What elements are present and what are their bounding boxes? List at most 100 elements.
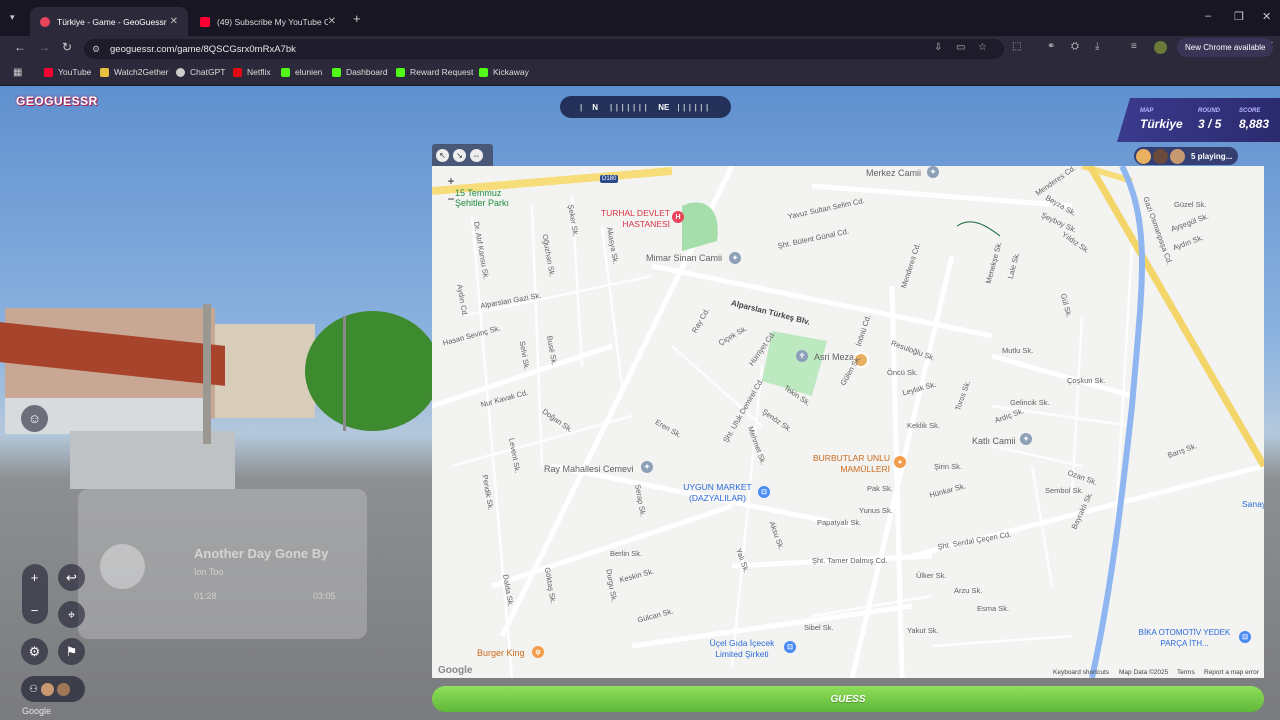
bookmark-chatgpt[interactable]: ChatGPT: [176, 67, 225, 77]
bookmark-watch2gether[interactable]: Watch2Gether: [100, 67, 169, 77]
link-icon[interactable]: ⚭: [1047, 41, 1055, 52]
zoom-out-button[interactable]: −: [21, 597, 48, 624]
terms-link[interactable]: Terms: [1177, 669, 1195, 676]
maximize-button[interactable]: ❐: [1234, 10, 1244, 23]
install-icon[interactable]: ⇩: [934, 42, 942, 53]
street-label: Arzu Sk.: [954, 586, 983, 595]
undo-move-button[interactable]: ↩: [58, 564, 85, 591]
bookmark-netflix[interactable]: Netflix: [233, 67, 271, 77]
watch2gether-icon: [100, 67, 109, 77]
place-label[interactable]: Sanay: [1242, 499, 1264, 509]
place-label[interactable]: Merkez Camii: [866, 168, 921, 178]
place-label[interactable]: Üçel Gıda İçecek Limited Şirketi: [702, 638, 782, 660]
report-error-link[interactable]: Report a map error: [1204, 669, 1259, 676]
place-label[interactable]: BİKA OTOMOTİV YEDEK PARÇA İTH...: [1132, 627, 1237, 649]
place-label[interactable]: Katlı Camii: [972, 436, 1016, 446]
url-text: geoguessr.com/game/8QSCGsrx0mRxA7bk: [110, 43, 296, 55]
new-tab-button[interactable]: +: [353, 11, 361, 26]
map-expand-icon[interactable]: ↘: [453, 148, 466, 162]
site-info-icon[interactable]: ⚙: [92, 44, 100, 55]
close-icon[interactable]: ✕: [170, 16, 178, 27]
bookmark-star-icon[interactable]: ☆: [978, 42, 987, 53]
place-label[interactable]: Mimar Sinan Camii: [646, 253, 722, 263]
settings-button[interactable]: ⚙: [21, 638, 48, 665]
address-bar[interactable]: ⚙ geoguessr.com/game/8QSCGsrx0mRxA7bk ⇩ …: [84, 39, 1004, 59]
street-label: Sibel Sk.: [804, 623, 834, 632]
return-to-start-button[interactable]: ⌖: [58, 601, 85, 628]
youtube-icon: [44, 67, 53, 77]
close-icon[interactable]: ✕: [328, 16, 336, 27]
mosque-icon[interactable]: ✦: [729, 252, 741, 264]
media-icon[interactable]: ≡: [1131, 41, 1137, 52]
mosque-icon[interactable]: ✦: [1020, 433, 1032, 445]
geoguessr-logo[interactable]: GEOGUESSR: [16, 94, 98, 108]
tab-youtube[interactable]: (49) Subscribe My YouTube Cha ✕: [190, 7, 346, 36]
street-label: Keklik Sk.: [907, 421, 940, 430]
tab-geoguessr[interactable]: Türkiye - Game - GeoGuessr ✕: [30, 7, 188, 36]
bakery-icon[interactable]: ●: [894, 456, 906, 468]
compass-reset-button[interactable]: ☺: [21, 405, 48, 432]
place-label[interactable]: 15 Temmuz Şehitler Parkı: [455, 188, 515, 208]
close-window-button[interactable]: ✕: [1262, 10, 1271, 23]
guess-button[interactable]: GUESS: [432, 686, 1264, 712]
flag-button[interactable]: ⚑: [58, 638, 85, 665]
extension-icon[interactable]: ⛭: [1071, 41, 1079, 52]
place-icon[interactable]: ✦: [641, 461, 653, 473]
new-chrome-badge[interactable]: New Chrome available: [1177, 38, 1274, 57]
place-label[interactable]: Ray Mahallesi Cemevi: [544, 464, 634, 474]
map-shrink-icon[interactable]: ↖: [436, 148, 449, 162]
avatar: [40, 682, 54, 696]
hospital-icon[interactable]: H: [672, 211, 684, 223]
reload-icon[interactable]: ↻: [62, 40, 72, 54]
tree: [305, 311, 440, 431]
street-label: Gelincik Sk.: [1010, 398, 1050, 407]
browser-toolbar: ← → ↻ ⚙ geoguessr.com/game/8QSCGsrx0mRxA…: [0, 36, 1280, 60]
cemetery-icon[interactable]: ♱: [796, 350, 808, 362]
players-indicator[interactable]: 5 playing...: [1134, 147, 1239, 165]
place-label[interactable]: TURHAL DEVLET HASTANESİ: [592, 208, 670, 230]
minimize-button[interactable]: –: [1205, 10, 1211, 22]
kick-icon: [396, 67, 405, 77]
bookmark-reward-request[interactable]: Reward Request: [396, 67, 473, 77]
bookmarks-bar: ▦ YouTube Watch2Gether ChatGPT Netflix e…: [0, 60, 1280, 86]
profile-avatar[interactable]: [1154, 41, 1167, 54]
forward-icon[interactable]: →: [38, 40, 50, 54]
download-icon[interactable]: ⤓: [1095, 41, 1099, 52]
map-tools: ↖ ↘ ⇔: [432, 144, 493, 166]
compass-ticks: |: [580, 102, 585, 112]
street-label: Esma Sk.: [977, 604, 1010, 613]
cast-icon[interactable]: ▭: [956, 42, 965, 53]
chatgpt-icon: [176, 67, 185, 77]
google-watermark: Google: [22, 706, 52, 716]
kick-icon: [281, 67, 290, 77]
apps-icon[interactable]: ▦: [13, 67, 22, 78]
back-icon[interactable]: ←: [14, 40, 26, 54]
party-button[interactable]: ⚇: [21, 676, 85, 702]
restaurant-icon[interactable]: ψ: [532, 646, 544, 658]
keyboard-shortcuts-link[interactable]: Keyboard shortcuts: [1053, 669, 1109, 676]
shop-icon[interactable]: ⊡: [1239, 631, 1251, 643]
street-label: Yunus Sk.: [859, 506, 893, 515]
bookmark-dashboard[interactable]: Dashboard: [332, 67, 388, 77]
compass: | N ||||||| NE ||||||: [560, 96, 731, 118]
bookmark-kickaway[interactable]: Kickaway: [479, 67, 529, 77]
bookmark-elunien[interactable]: elunien: [281, 67, 322, 77]
bookmark-youtube[interactable]: YouTube: [44, 67, 91, 77]
place-label[interactable]: BURBUTLAR UNLU MAMÜLLERİ: [808, 453, 890, 475]
tab-bar: ▾ Türkiye - Game - GeoGuessr ✕ (49) Subs…: [0, 0, 1280, 36]
place-label[interactable]: Burger King: [477, 648, 525, 658]
street-label: Yakut Sk.: [907, 626, 939, 635]
map-pin-icon[interactable]: ⇔: [470, 148, 483, 162]
avatar: [1170, 148, 1185, 164]
map-name: Türkiye: [1140, 117, 1183, 131]
zoom-in-button[interactable]: +: [21, 564, 48, 591]
extensions-icon[interactable]: ⬚: [1012, 41, 1021, 52]
guess-map[interactable]: + − 15 Temmuz Şehitler Parkı H TURHAL DE…: [432, 166, 1264, 678]
tab-search-button[interactable]: ▾: [10, 12, 15, 23]
compass-north: N: [592, 102, 599, 112]
shop-icon[interactable]: ⊡: [784, 641, 796, 653]
map-data-text: Map Data ©2025: [1119, 669, 1169, 676]
mosque-icon[interactable]: ✦: [927, 166, 939, 178]
shopping-cart-icon[interactable]: ⊡: [758, 486, 770, 498]
place-label[interactable]: UYGUN MARKET (DAZYALILAR): [680, 482, 755, 504]
